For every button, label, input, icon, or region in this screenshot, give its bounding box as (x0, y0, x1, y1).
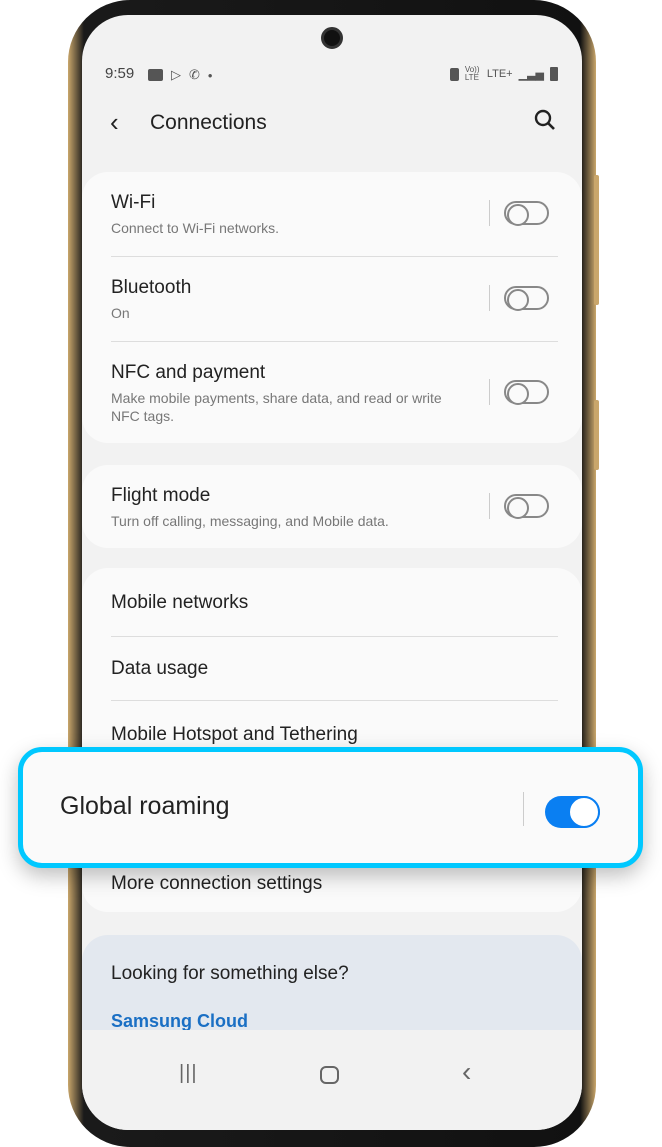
notification-icons: ▷ ✆ • (148, 67, 212, 83)
home-icon[interactable] (320, 1066, 339, 1084)
divider (111, 341, 558, 342)
wifi-item[interactable]: Wi-Fi Connect to Wi-Fi networks. (111, 192, 553, 237)
screen: 9:59 ▷ ✆ • Vo)) LTE LTE+ ▁▃▅ ‹ Connectio… (82, 15, 582, 1130)
signal-icon: ▁▃▅ (518, 68, 544, 81)
connections-group-2: Flight mode Turn off calling, messaging,… (82, 465, 582, 548)
bluetooth-subtitle: On (111, 305, 130, 321)
page-title: Connections (150, 111, 267, 134)
viber-icon: ✆ (189, 67, 200, 82)
global-roaming-highlight[interactable]: Global roaming (18, 747, 643, 868)
suggestion-title: Looking for something else? (111, 963, 349, 984)
volte-icon: Vo)) LTE (464, 65, 480, 82)
wifi-subtitle: Connect to Wi-Fi networks. (111, 220, 280, 236)
status-time: 9:59 (105, 65, 135, 82)
bluetooth-item[interactable]: Bluetooth On (111, 277, 553, 322)
divider (111, 256, 558, 257)
play-store-icon: ▷ (171, 67, 181, 82)
recents-icon[interactable]: ||| (179, 1062, 198, 1085)
battery-icon (550, 67, 558, 81)
divider (523, 792, 524, 826)
more-connection-settings-item[interactable]: More connection settings (111, 873, 553, 895)
samsung-cloud-link[interactable]: Samsung Cloud (111, 1011, 553, 1032)
bluetooth-toggle[interactable] (504, 286, 549, 311)
status-icons: Vo)) LTE LTE+ ▁▃▅ (449, 65, 558, 82)
flight-mode-subtitle: Turn off calling, messaging, and Mobile … (111, 513, 389, 529)
wifi-toggle[interactable] (504, 201, 549, 226)
back-nav-icon[interactable]: ‹ (462, 1056, 471, 1088)
battery-saver-icon (449, 67, 459, 81)
dot-icon: • (207, 67, 213, 83)
data-usage-item[interactable]: Data usage (111, 658, 553, 680)
divider (111, 636, 558, 637)
divider (489, 200, 490, 226)
flight-mode-item[interactable]: Flight mode Turn off calling, messaging,… (111, 485, 553, 530)
nfc-item[interactable]: NFC and payment Make mobile payments, sh… (111, 362, 452, 425)
back-icon[interactable]: ‹ (110, 107, 119, 138)
divider (489, 493, 490, 519)
hotspot-item[interactable]: Mobile Hotspot and Tethering (111, 724, 553, 746)
navigation-bar: ||| ‹ (82, 1030, 582, 1130)
mobile-networks-item[interactable]: Mobile networks (111, 592, 553, 614)
nfc-title: NFC and payment (111, 362, 266, 383)
global-roaming-toggle[interactable] (545, 796, 600, 828)
camera (321, 27, 343, 49)
wifi-title: Wi-Fi (111, 192, 156, 213)
image-icon (148, 69, 163, 81)
global-roaming-title: Global roaming (60, 792, 230, 820)
connections-group-1: Wi-Fi Connect to Wi-Fi networks. Bluetoo… (82, 172, 582, 443)
divider (111, 700, 558, 701)
nfc-subtitle: Make mobile payments, share data, and re… (111, 390, 442, 424)
volume-button (594, 175, 599, 305)
power-button (594, 400, 599, 470)
lte-plus-icon: LTE+ (486, 68, 513, 80)
bluetooth-title: Bluetooth (111, 277, 192, 298)
nfc-toggle[interactable] (504, 380, 549, 405)
divider (489, 285, 490, 311)
divider (489, 379, 490, 405)
flight-mode-title: Flight mode (111, 485, 211, 506)
flight-mode-toggle[interactable] (504, 494, 549, 519)
search-icon[interactable] (534, 109, 556, 136)
